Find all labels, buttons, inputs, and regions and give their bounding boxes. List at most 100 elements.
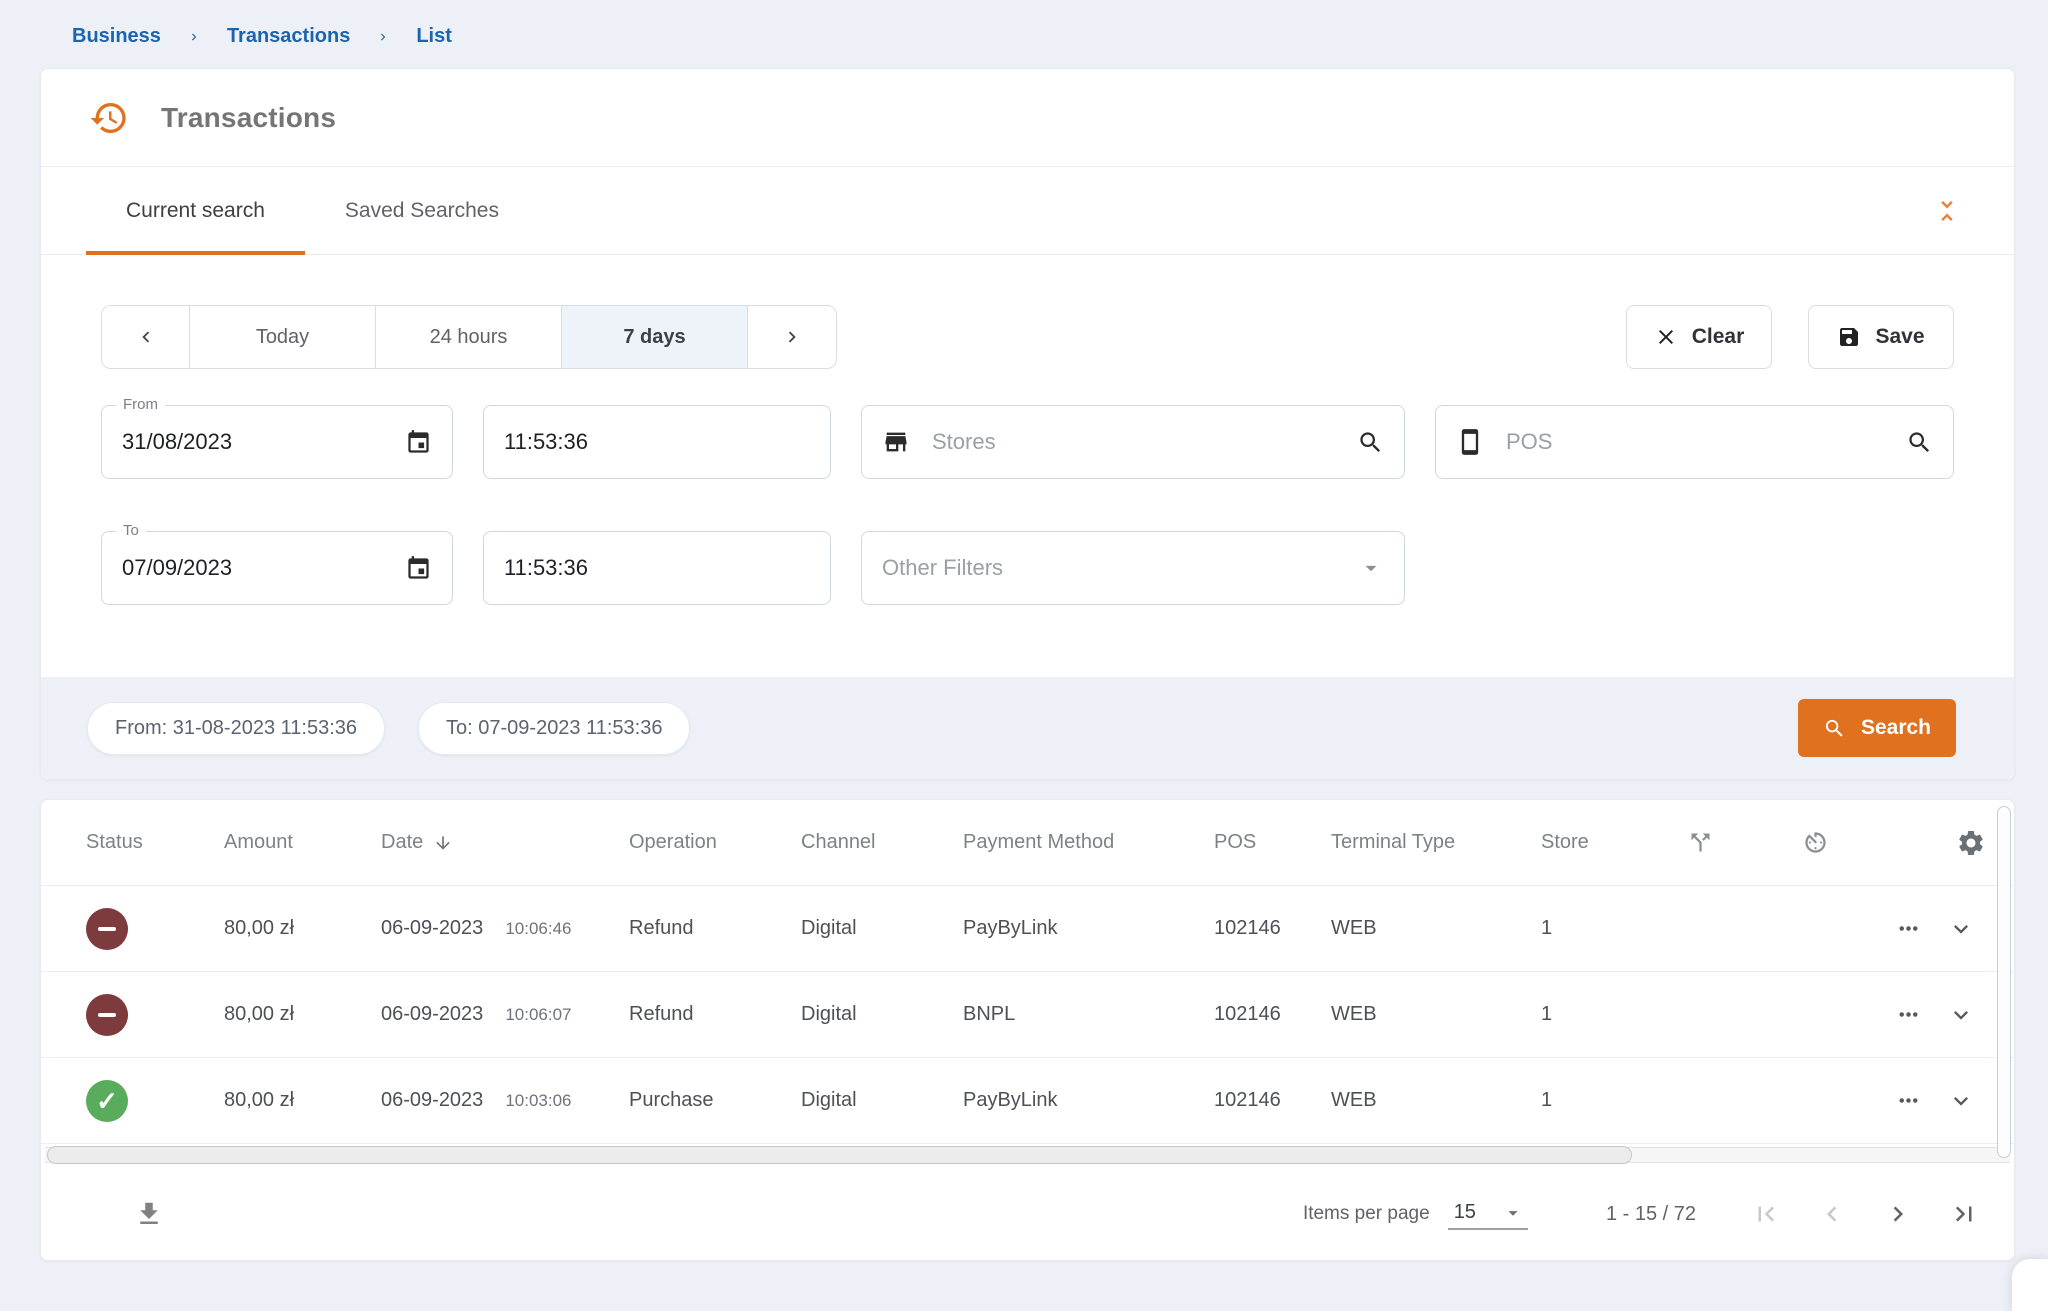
pos-input[interactable] [1506, 429, 1894, 455]
cell-pos: 102146 [1214, 1089, 1331, 1112]
chevron-right-icon [187, 30, 201, 44]
cell-date: 06-09-2023 10:06:46 [381, 917, 629, 940]
range-7days-button[interactable]: 7 days [562, 306, 748, 368]
breadcrumb-list[interactable]: List [416, 25, 452, 48]
to-time-field [483, 531, 831, 605]
row-expand-button[interactable] [1936, 1087, 1986, 1115]
cell-channel: Digital [801, 917, 963, 940]
pos-field [1435, 405, 1954, 479]
cell-store: 1 [1541, 1003, 1681, 1026]
other-filters-input[interactable] [882, 555, 1358, 581]
table-row[interactable]: 80,00 zł 06-09-2023 10:06:46 Refund Digi… [41, 886, 2014, 972]
cell-amount: 80,00 zł [224, 1089, 381, 1112]
first-page-icon [1751, 1199, 1781, 1229]
calendar-icon[interactable] [405, 555, 432, 582]
cell-time-value: 10:03:06 [505, 1091, 571, 1111]
horizontal-scrollbar-thumb[interactable] [47, 1146, 1632, 1164]
col-payment-method[interactable]: Payment Method [963, 831, 1214, 854]
cell-payment-method: PayByLink [963, 1089, 1214, 1112]
search-icon[interactable] [1906, 429, 1933, 456]
collapse-panel-button[interactable] [1925, 189, 1969, 233]
download-icon [134, 1199, 164, 1229]
panel-header: Transactions [41, 69, 2014, 167]
next-page-button[interactable] [1880, 1196, 1916, 1232]
col-terminal-type[interactable]: Terminal Type [1331, 831, 1541, 854]
cell-time-value: 10:06:46 [505, 919, 571, 939]
previous-page-button[interactable] [1814, 1196, 1850, 1232]
row-more-button[interactable] [1881, 1087, 1936, 1114]
col-timer-icon-button[interactable] [1796, 829, 1881, 856]
breadcrumb: Business Transactions List [0, 0, 2048, 48]
page-title: Transactions [161, 102, 336, 134]
search-button[interactable]: Search [1798, 699, 1956, 757]
calendar-icon[interactable] [405, 429, 432, 456]
tab-saved-searches[interactable]: Saved Searches [305, 167, 539, 254]
history-icon [89, 98, 129, 138]
table-row[interactable]: 80,00 zł 06-09-2023 10:06:07 Refund Digi… [41, 972, 2014, 1058]
download-button[interactable] [129, 1194, 169, 1234]
from-date-input[interactable] [122, 429, 393, 455]
range-today-button[interactable]: Today [190, 306, 376, 368]
search-icon[interactable] [1357, 429, 1384, 456]
from-filter-row: From [101, 405, 1954, 479]
other-filters-dropdown[interactable] [861, 531, 1405, 605]
to-filter-chip[interactable]: To: 07-09-2023 11:53:36 [418, 702, 690, 755]
page-range-label: 1 - 15 / 72 [1606, 1203, 1696, 1226]
cell-operation: Refund [629, 917, 801, 940]
range-24hours-button[interactable]: 24 hours [376, 306, 562, 368]
last-page-button[interactable] [1946, 1196, 1982, 1232]
from-date-label: From [116, 396, 165, 413]
row-expand-button[interactable] [1936, 1001, 1986, 1029]
range-prev-button[interactable] [102, 306, 190, 368]
row-more-button[interactable] [1881, 1001, 1936, 1028]
clear-button[interactable]: Clear [1626, 305, 1772, 369]
breadcrumb-transactions[interactable]: Transactions [227, 25, 350, 48]
sort-desc-icon [433, 833, 453, 853]
stores-input[interactable] [932, 429, 1345, 455]
items-per-page-value: 15 [1454, 1201, 1476, 1224]
range-today-label: Today [256, 326, 309, 349]
split-icon [1687, 829, 1714, 856]
tab-current-search[interactable]: Current search [86, 167, 305, 254]
from-time-input[interactable] [504, 429, 810, 455]
from-filter-chip[interactable]: From: 31-08-2023 11:53:36 [87, 702, 385, 755]
cell-store: 1 [1541, 917, 1681, 940]
horizontal-scrollbar[interactable] [45, 1144, 2010, 1166]
row-expand-button[interactable] [1936, 915, 1986, 943]
cell-operation: Refund [629, 1003, 801, 1026]
row-more-button[interactable] [1881, 915, 1936, 942]
breadcrumb-business[interactable]: Business [72, 25, 161, 48]
cell-date: 06-09-2023 10:03:06 [381, 1089, 629, 1112]
clear-button-label: Clear [1692, 325, 1745, 349]
chevron-right-icon [781, 326, 803, 348]
cell-terminal-type: WEB [1331, 917, 1541, 940]
vertical-scrollbar-thumb[interactable] [1997, 806, 2011, 1158]
from-date-field: From [101, 405, 453, 479]
col-channel[interactable]: Channel [801, 831, 963, 854]
items-per-page-select[interactable]: 15 [1448, 1199, 1528, 1230]
save-button[interactable]: Save [1808, 305, 1954, 369]
to-time-input[interactable] [504, 555, 810, 581]
vertical-scrollbar[interactable] [1997, 806, 2011, 1158]
col-store[interactable]: Store [1541, 831, 1681, 854]
to-date-input[interactable] [122, 555, 393, 581]
col-amount[interactable]: Amount [224, 831, 381, 854]
col-status[interactable]: Status [86, 831, 224, 854]
table-settings-button[interactable] [1936, 828, 1986, 858]
range-next-button[interactable] [748, 306, 836, 368]
col-pos[interactable]: POS [1214, 831, 1331, 854]
col-date[interactable]: Date [381, 831, 629, 854]
col-operation[interactable]: Operation [629, 831, 801, 854]
more-horiz-icon [1895, 1087, 1922, 1114]
transactions-table-panel: Status Amount Date Operation Channel Pay… [40, 799, 2015, 1261]
chevron-left-icon [135, 326, 157, 348]
table-footer: Items per page 15 1 - 15 / 72 [41, 1166, 2014, 1262]
transactions-panel: Transactions Current search Saved Search… [40, 68, 2015, 780]
first-page-button[interactable] [1748, 1196, 1784, 1232]
tab-current-search-label: Current search [126, 199, 265, 223]
floating-corner-widget[interactable] [2012, 1259, 2048, 1311]
chevron-down-icon [1947, 915, 1975, 943]
items-per-page-label: Items per page [1303, 1203, 1430, 1225]
col-split-icon-button[interactable] [1681, 829, 1796, 856]
table-row[interactable]: 80,00 zł 06-09-2023 10:03:06 Purchase Di… [41, 1058, 2014, 1144]
